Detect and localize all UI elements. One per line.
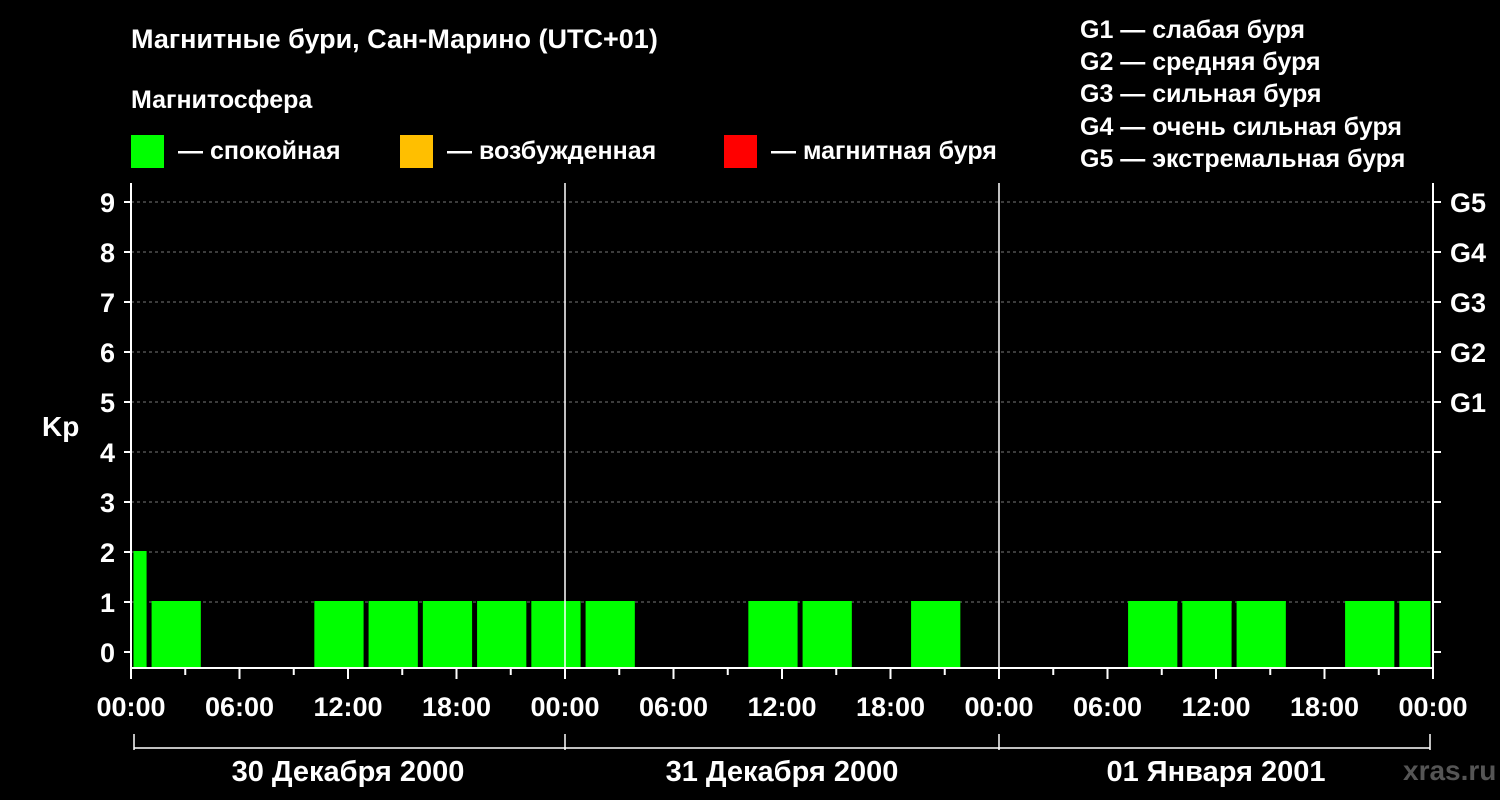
kp-bar-chart: 0 1 2 3 4 5 6 7 8 9 G1 G2 G3 G4 G5 00:00 06:00 12:00 18:00…: [96, 183, 1486, 788]
kp-bar-0: [133, 551, 147, 668]
x-tick-label-8: 00:00: [964, 692, 1033, 722]
kp-bar-12: [1182, 601, 1232, 668]
y-tick-label-7: 7: [100, 288, 115, 318]
kp-bar-15: [1399, 601, 1431, 668]
kp-bar-2: [314, 601, 364, 668]
x-tick-label-12: 00:00: [1398, 692, 1467, 722]
x-tick-label-7: 18:00: [856, 692, 925, 722]
x-tick-label-5: 06:00: [639, 692, 708, 722]
kp-bar-13: [1236, 601, 1286, 668]
y-tick-label-3: 3: [100, 488, 115, 518]
y-tick-label-6: 6: [100, 338, 115, 368]
kp-bar-4: [422, 601, 473, 668]
y-tick-label-0: 0: [100, 638, 115, 668]
x-tick-label-11: 18:00: [1290, 692, 1359, 722]
kp-bar-14: [1345, 601, 1395, 668]
day-label-1: 31 Декабря 2000: [666, 756, 899, 788]
y-tick-label-2: 2: [100, 538, 115, 568]
x-tick-label-4: 00:00: [530, 692, 599, 722]
kp-bar-11: [1128, 601, 1178, 668]
kp-bar-10: [911, 601, 961, 668]
kp-bar-1: [151, 601, 201, 668]
x-tick-label-0: 00:00: [96, 692, 165, 722]
x-tick-label-9: 06:00: [1073, 692, 1142, 722]
watermark: xras.ru: [1403, 755, 1497, 786]
x-tick-label-6: 12:00: [747, 692, 816, 722]
y-tick-label-4: 4: [100, 438, 115, 468]
x-tick-label-2: 12:00: [313, 692, 382, 722]
y-tick-label-8: 8: [100, 238, 115, 268]
storm-axis-label-g4: G4: [1450, 238, 1486, 268]
kp-bar-3: [368, 601, 418, 668]
kp-bar-8: [748, 601, 798, 668]
x-tick-label-10: 12:00: [1181, 692, 1250, 722]
day-label-2: 01 Января 2001: [1106, 756, 1325, 788]
x-tick-label-3: 18:00: [422, 692, 491, 722]
storm-axis-label-g1: G1: [1450, 388, 1486, 418]
storm-axis-label-g2: G2: [1450, 338, 1486, 368]
x-tick-label-1: 06:00: [205, 692, 274, 722]
storm-axis-label-g3: G3: [1450, 288, 1486, 318]
kp-bar-5: [477, 601, 527, 668]
y-tick-label-9: 9: [100, 188, 115, 218]
kp-bar-7: [585, 601, 635, 668]
y-tick-label-5: 5: [100, 388, 115, 418]
kp-bar-9: [802, 601, 852, 668]
kp-bar-6: [531, 601, 581, 668]
storm-axis-label-g5: G5: [1450, 188, 1486, 218]
y-tick-label-1: 1: [100, 588, 115, 618]
day-label-0: 30 Декабря 2000: [232, 756, 465, 788]
